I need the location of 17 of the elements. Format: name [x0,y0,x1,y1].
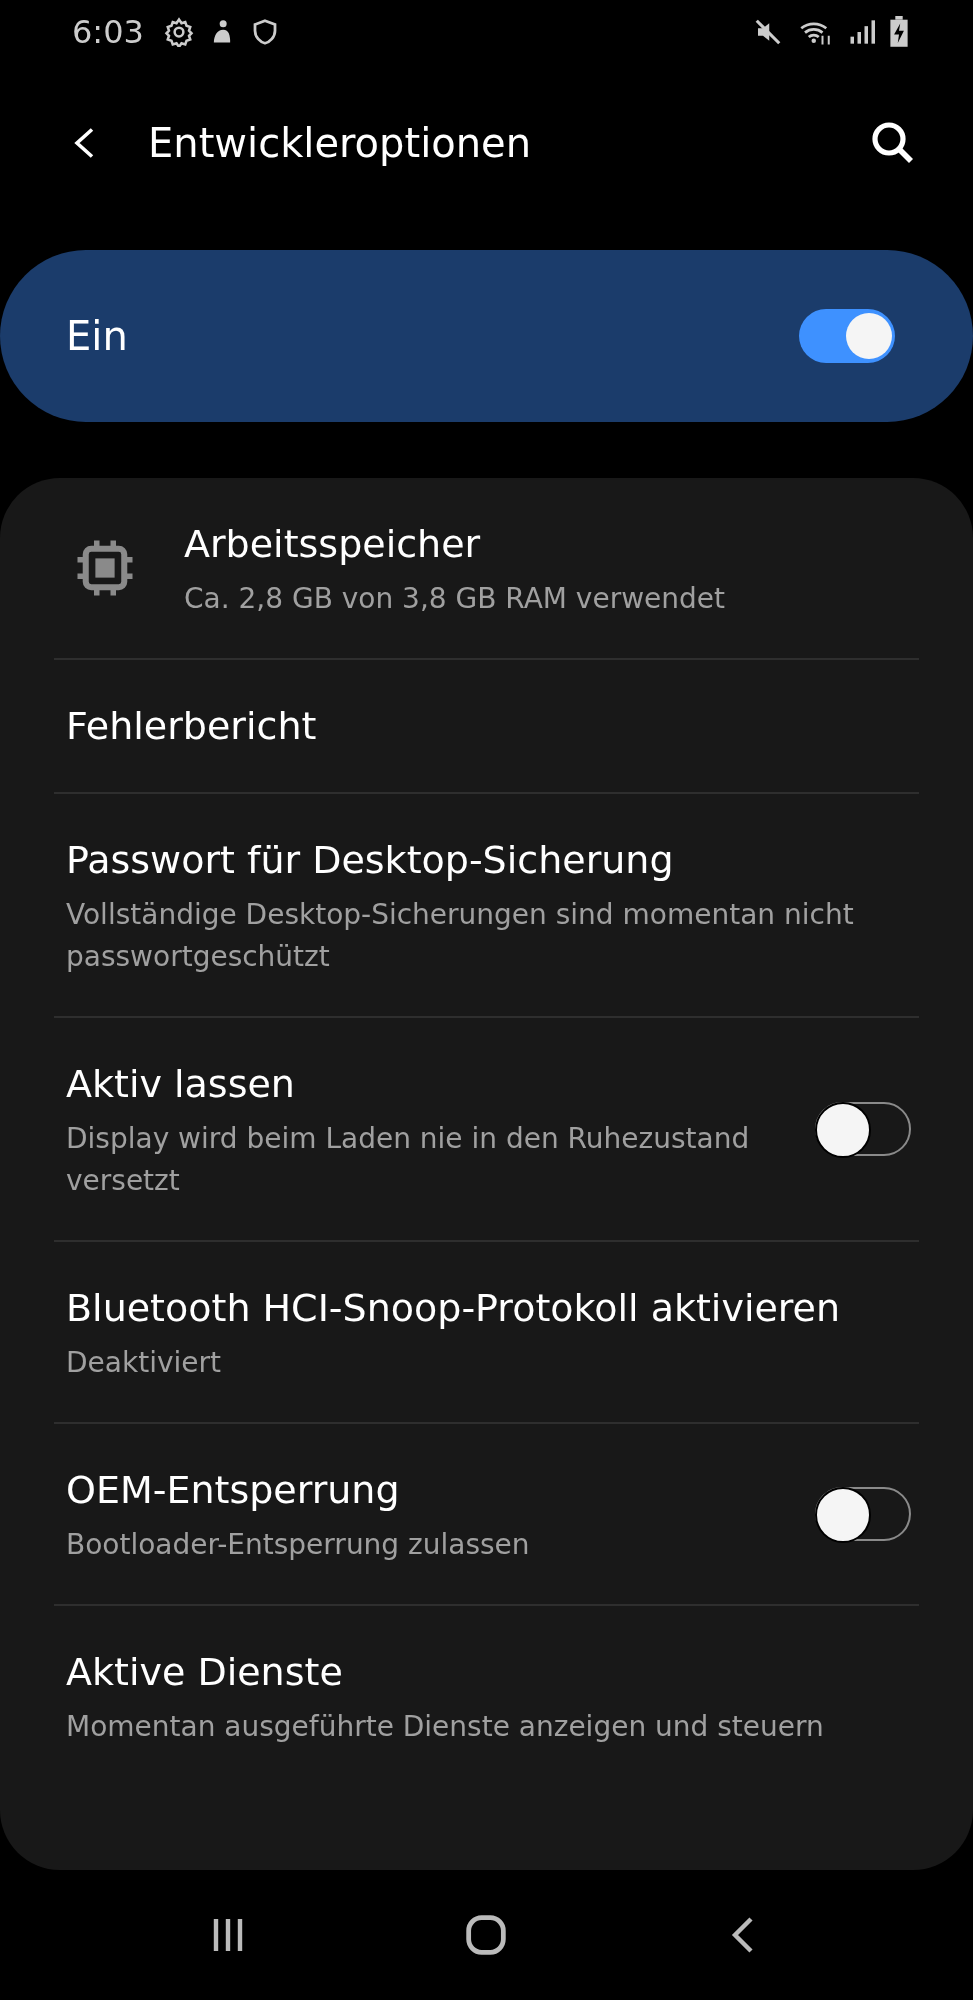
settings-item[interactable]: Aktive Dienste Momentan ausgeführte Dienste anzeigen und steuern [66,1644,919,1748]
battery-icon [889,16,909,48]
settings-item[interactable]: Arbeitsspeicher Ca. 2,8 GB von 3,8 GB RAM verwendet [184,516,919,620]
settings-item[interactable]: Bluetooth HCI-Snoop-Protokoll aktivieren Deaktiviert [66,1280,919,1384]
page-title: Entwickleroptionen [148,120,533,166]
switch-label: Ein [66,313,128,359]
settings-item[interactable]: Passwort für Desktop-Sicherung Vollständige Desktop-Sicherungen sind momentan nicht passwortgeschützt [66,832,919,978]
status-time: 6:03 [72,13,144,51]
toggle-switch[interactable] [815,1102,911,1156]
toggle-switch[interactable] [815,1487,911,1541]
settings-item[interactable]: Fehlerbericht [66,698,919,754]
toggle-switch[interactable] [799,309,895,363]
mute-icon [753,17,783,47]
gear-icon [163,17,194,47]
settings-item[interactable]: Aktiv lassen Display wird beim Laden nie in den Ruhezustand versetzt [66,1056,775,1202]
settings-item[interactable]: OEM-Entsperrung Bootloader-Entsperrung zulassen [66,1462,775,1566]
master-switch-bar[interactable]: Ein [0,250,973,422]
